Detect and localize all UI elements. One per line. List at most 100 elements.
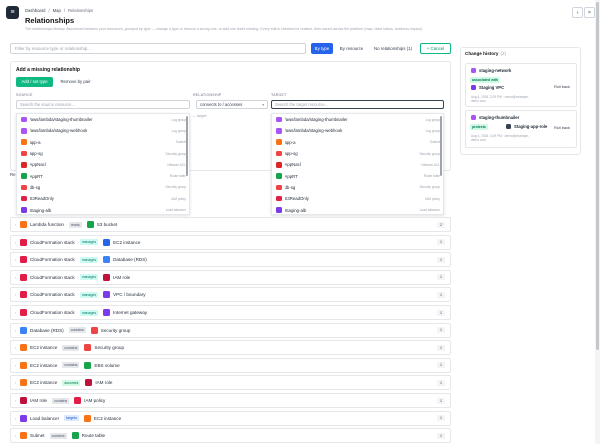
relationship-label: RELATIONSHIP xyxy=(193,93,222,97)
target-type-name: Security group xyxy=(94,345,124,351)
relationship-type-badge[interactable]: contains xyxy=(49,432,67,439)
view-by-type-button[interactable]: By type xyxy=(311,43,333,54)
target-type-name: S3 bucket xyxy=(96,222,118,227)
source-dropdown: /aws/lambda/staging-thumbnailer Log group… xyxy=(16,113,190,215)
relationship-row[interactable]: › CloudFormation stack manages VPC / bounda… xyxy=(10,287,451,303)
target-type-name: EBS volume xyxy=(94,362,120,368)
source-type-icon xyxy=(20,309,27,316)
relationship-row[interactable]: › Subnet contains Route table 1 xyxy=(10,428,451,444)
dropdown-option[interactable]: db-sg Security group xyxy=(272,182,443,193)
dropdown-option[interactable]: Staging-alb Load balancer xyxy=(272,204,443,214)
relationship-row[interactable]: › CloudFormation stack manages Database (RD… xyxy=(10,252,451,268)
option-name: S3ReadOnly xyxy=(29,196,54,202)
relationship-type-badge[interactable]: contains xyxy=(62,344,80,351)
relationship-row[interactable]: › Lambda function reads S3 bucket 2 xyxy=(10,217,451,232)
relationship-type-badge[interactable]: reads xyxy=(68,221,82,228)
source-type-name: EC2 instance xyxy=(30,345,58,351)
option-name: /aws/lambda/staging-thumbnailer xyxy=(284,117,348,123)
page-scrollbar-thumb[interactable] xyxy=(596,2,599,350)
dropdown-option[interactable]: /aws/lambda/staging-webhook Log group xyxy=(17,125,189,136)
source-search-input[interactable]: Search the source resource… xyxy=(16,100,190,109)
relationship-row[interactable]: › Database (RDS) contains Security group 1 xyxy=(10,322,451,338)
rollback-button[interactable]: Roll back xyxy=(554,125,570,130)
back-button[interactable]: ‹ xyxy=(572,7,583,18)
relationship-row[interactable]: › IAM role contains IAM policy 1 xyxy=(10,393,451,408)
target-icon xyxy=(471,85,476,90)
relationship-row[interactable]: › EC2 instance assumes IAM role 1 xyxy=(10,375,451,391)
target-type-icon xyxy=(83,414,91,422)
dropdown-option[interactable]: app-sg Security group xyxy=(17,148,189,159)
dropdown-option[interactable]: db-sg Security group xyxy=(17,182,189,193)
dropdown-option[interactable]: /aws/lambda/staging-thumbnailer Log group xyxy=(272,114,443,125)
relationship-type-badge[interactable]: targets xyxy=(64,415,79,422)
relationship-row[interactable]: › CloudFormation stack manages EC2 instance… xyxy=(10,234,451,250)
relationship-type-badge[interactable]: manages xyxy=(79,239,99,246)
remove-by-pair-tab[interactable]: Remove by pair xyxy=(55,77,96,87)
no-relationships-button[interactable]: No relationships (1) xyxy=(370,43,416,54)
relationship-type-badge[interactable]: contains xyxy=(52,397,70,404)
relationship-select[interactable]: connects to / accesses ▾ xyxy=(196,100,268,109)
option-kind: Log group xyxy=(425,128,440,133)
dropdown-option[interactable]: app-a Subnet xyxy=(17,137,189,148)
relationship-type-badge[interactable]: contains xyxy=(68,327,86,334)
add-set-type-tab[interactable]: Add / set type xyxy=(16,77,53,87)
option-kind: Security group xyxy=(419,151,440,156)
relationship-type-badge[interactable]: manages xyxy=(79,291,99,298)
source-type-name: CloudFormation stack xyxy=(30,274,75,280)
rollback-button[interactable]: Roll back xyxy=(554,84,570,89)
target-type-icon xyxy=(103,238,111,246)
relationship-row[interactable]: › CloudFormation stack manages Internet gat… xyxy=(10,305,451,320)
breadcrumb-map[interactable]: Map xyxy=(53,8,61,13)
target-type-name: EC2 instance xyxy=(113,239,141,245)
resource-icon xyxy=(21,150,27,157)
dropdown-option[interactable]: app-sg Security group xyxy=(272,148,443,159)
relationship-type-badge[interactable]: assumes xyxy=(62,379,81,386)
add-panel-title: Add a missing relationship xyxy=(16,67,80,73)
menu-button[interactable]: ≡ xyxy=(6,6,19,19)
dropdown-option[interactable]: /aws/lambda/staging-webhook Log group xyxy=(272,125,443,136)
relationship-row[interactable]: › EC2 instance contains Security group 1 xyxy=(10,340,451,356)
relationship-row[interactable]: › CloudFormation stack manages IAM role 1 xyxy=(10,269,451,285)
option-kind: Log group xyxy=(425,117,440,122)
relationship-type-badge[interactable]: manages xyxy=(79,309,99,316)
relationships-group-header: Re xyxy=(10,172,16,177)
view-by-resource-button[interactable]: By resource xyxy=(336,43,367,54)
resource-icon xyxy=(21,207,27,213)
dropdown-option[interactable]: AppNacl Network ACL xyxy=(272,159,443,170)
target-type-name: VPC / boundary xyxy=(113,292,146,298)
relationship-row[interactable]: › Load balancer targets EC2 instance 1 xyxy=(10,410,451,426)
source-type-icon xyxy=(20,221,27,228)
breadcrumb-dashboard[interactable]: Dashboard xyxy=(25,8,46,13)
target-type-name: IAM role xyxy=(113,274,131,280)
source-type-name: Lambda function xyxy=(30,222,64,227)
history-source-row: staging-thumbnailer xyxy=(471,115,519,120)
history-title-text: Change history xyxy=(465,51,499,56)
relationship-type-badge[interactable]: contains xyxy=(62,362,80,369)
cancel-add-button[interactable]: + Cancel xyxy=(420,43,451,54)
relationship-type-badge[interactable]: manages xyxy=(79,274,99,281)
dropdown-option[interactable]: S3ReadOnly IAM policy xyxy=(272,193,443,204)
relationship-row[interactable]: › EC2 instance contains EBS volume 1 xyxy=(10,357,451,373)
dropdown-option[interactable]: app-a Subnet xyxy=(272,137,443,148)
resource-icon xyxy=(276,162,282,168)
source-type-icon xyxy=(20,344,27,352)
filter-input[interactable]: Filter by resource type or relationship.… xyxy=(10,43,306,54)
history-source-name: staging-network xyxy=(479,68,512,73)
dropdown-option[interactable]: Staging-alb Load balancer xyxy=(17,204,189,214)
relationship-count-badge: 2 xyxy=(437,221,445,228)
target-search-input[interactable]: Search the target resource… xyxy=(271,100,444,109)
relationship-count-badge: 1 xyxy=(437,362,445,369)
source-type-icon xyxy=(20,238,27,246)
target-type-icon xyxy=(103,309,111,316)
option-name: AppNacl xyxy=(284,162,301,168)
close-button[interactable]: × xyxy=(584,7,595,18)
option-kind: Log group xyxy=(171,117,186,122)
dropdown-option[interactable]: S3ReadOnly IAM policy xyxy=(17,193,189,204)
dropdown-option[interactable]: /aws/lambda/staging-thumbnailer Log group xyxy=(17,114,189,125)
relationship-arrow-text: → target xyxy=(192,114,207,118)
target-type-name: Route table xyxy=(81,433,106,439)
dropdown-option[interactable]: AppNacl Network ACL xyxy=(17,159,189,170)
relationship-type-badge[interactable]: manages xyxy=(79,256,99,263)
scrollbar[interactable] xyxy=(439,116,442,176)
scrollbar[interactable] xyxy=(185,116,188,176)
